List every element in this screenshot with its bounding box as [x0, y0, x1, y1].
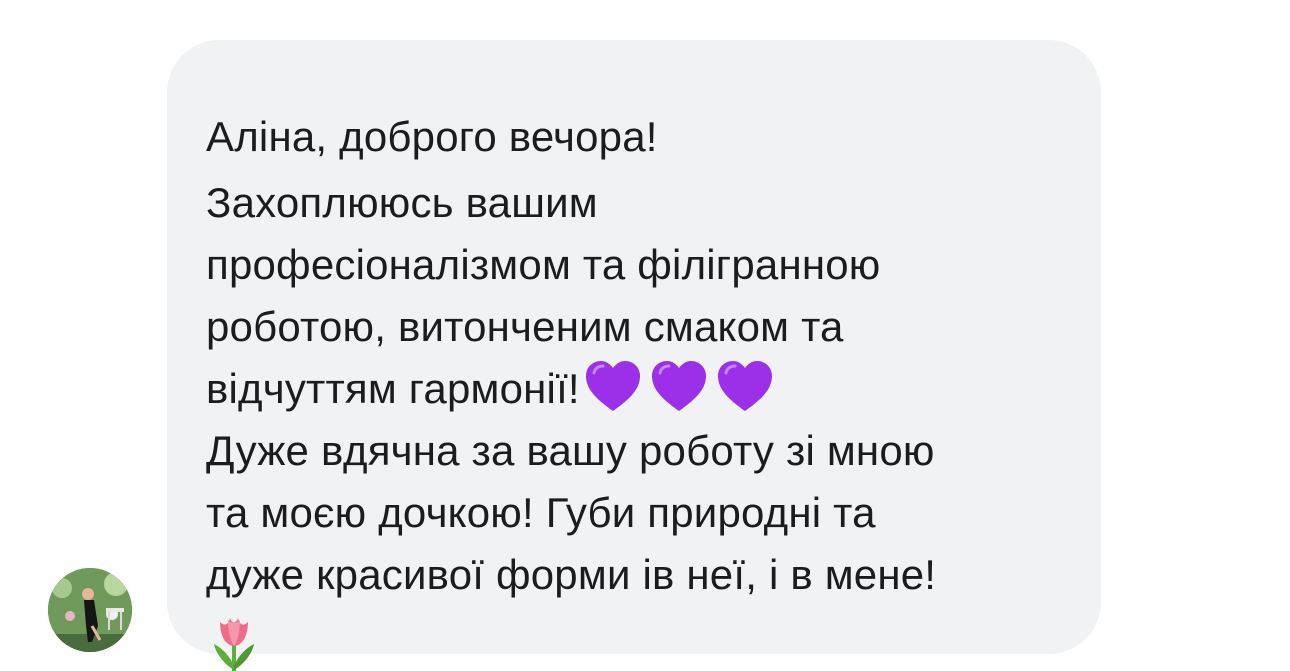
avatar-photo: [48, 568, 132, 652]
tulip-icon: [214, 618, 254, 671]
message-bubble[interactable]: Аліна, доброго вечора! Захоплююсь вашим …: [167, 40, 1101, 671]
message-line-1: Аліна, доброго вечора!: [206, 113, 658, 160]
purple-heart-icon: [717, 360, 772, 411]
chat-screen: Аліна, доброго вечора! Захоплююсь вашим …: [0, 0, 1290, 671]
avatar[interactable]: [48, 568, 132, 652]
message-line-5: відчуттям гармонії!: [206, 365, 580, 412]
hearts-emoji-group: [584, 359, 774, 413]
message-line-6: Дуже вдячна за вашу роботу зі мною: [206, 427, 935, 474]
message-line-4: роботою, витонченим смаком та: [206, 303, 844, 350]
message-line-8: дуже красивої форми ів неї, і в мене!: [206, 551, 937, 598]
message-line-2: Захоплююсь вашим: [206, 179, 598, 226]
message-line-3: професіоналізмом та філігранною: [206, 241, 881, 288]
purple-heart-icon: [585, 360, 640, 411]
message-line-5-row: відчуттям гармонії!: [206, 358, 1061, 420]
purple-heart-icon: [651, 360, 706, 411]
message-line-7: та моєю дочкою! Губи природні та: [206, 489, 876, 536]
